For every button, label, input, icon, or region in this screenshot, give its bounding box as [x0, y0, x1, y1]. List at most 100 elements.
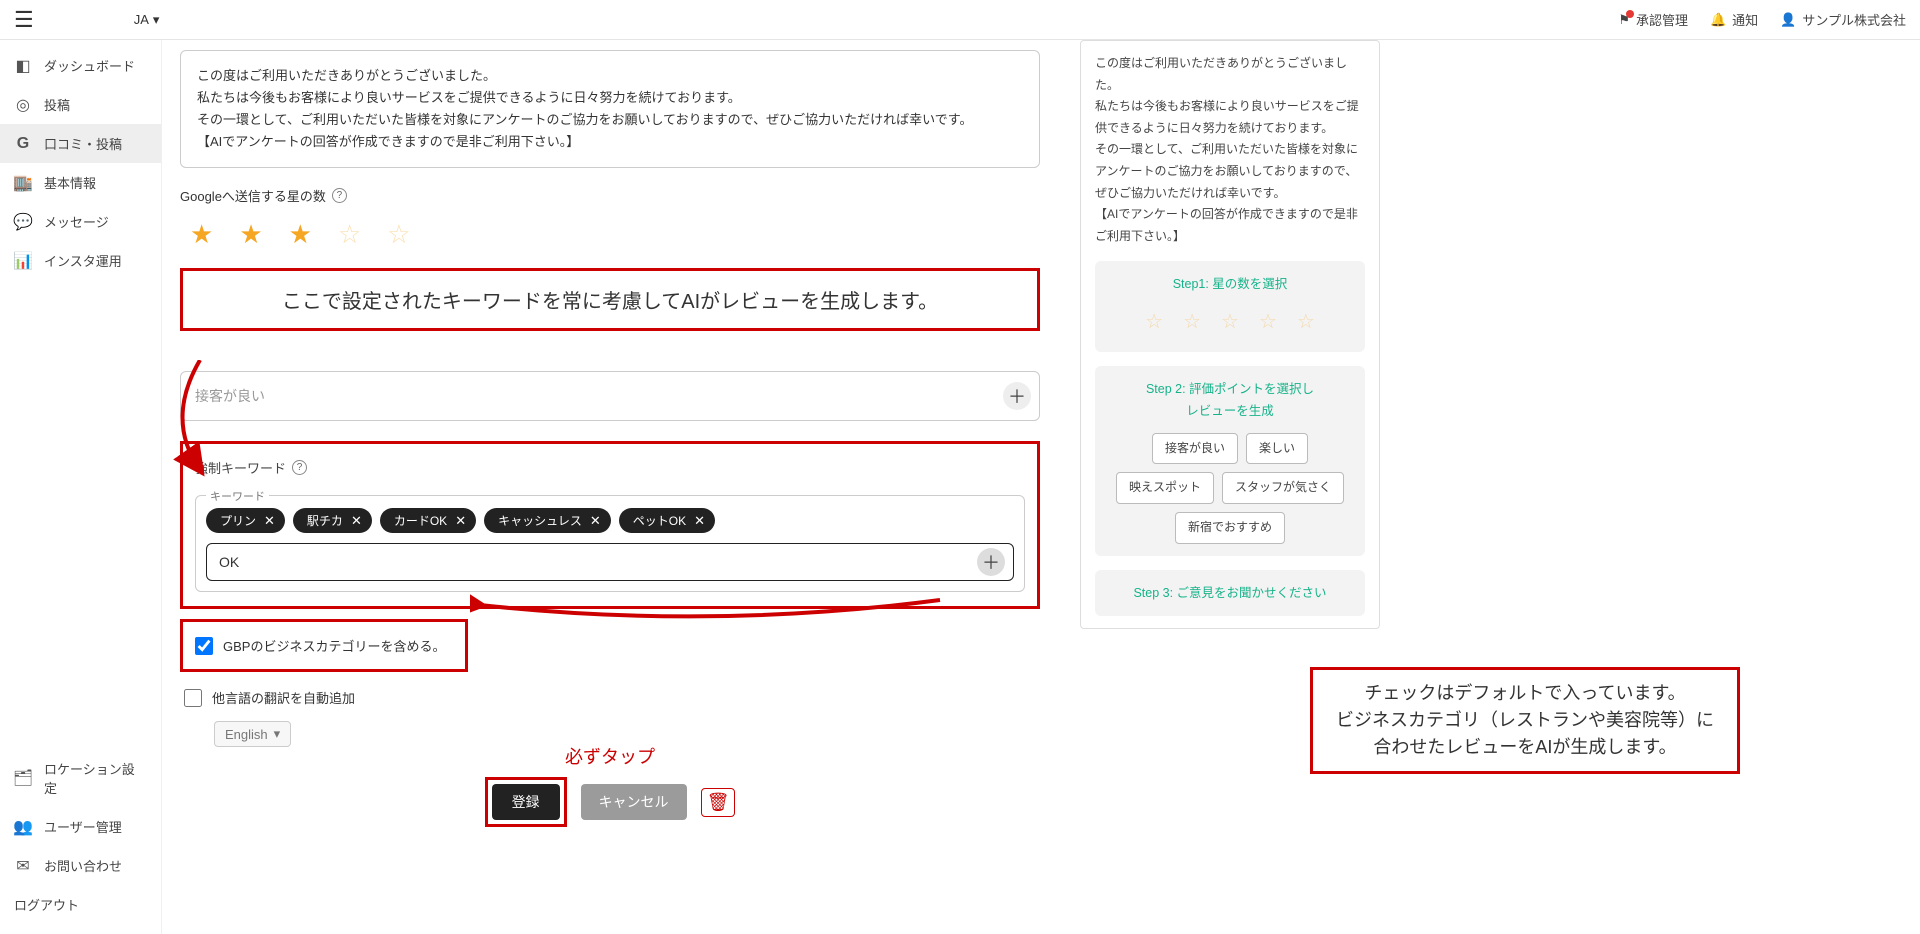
help-icon[interactable]: ? — [332, 188, 347, 203]
include-gbp-checkbox[interactable] — [195, 637, 213, 655]
annotation-arrow-icon — [470, 590, 950, 630]
user-icon: 👤 — [1780, 12, 1796, 28]
chip-label: カードOK — [394, 512, 447, 529]
google-icon: G — [14, 135, 32, 153]
sidebar-label: 基本情報 — [44, 173, 96, 192]
greeting-textarea[interactable]: この度はご利用いただきありがとうございました。 私たちは今後もお客様により良いサ… — [180, 50, 1040, 168]
preview-step1: Step1: 星の数を選択 ☆☆☆☆☆ — [1095, 261, 1365, 352]
company-label: サンプル株式会社 — [1802, 10, 1906, 29]
chip-label: 駅チカ — [307, 512, 343, 529]
sidebar-item-post[interactable]: ◎投稿 — [0, 85, 161, 124]
add-forced-keyword-button[interactable]: ＋ — [977, 548, 1005, 576]
forced-keyword-input[interactable]: OK ＋ — [206, 543, 1014, 581]
instagram-icon: ◎ — [14, 96, 32, 114]
star-icon[interactable]: ☆ — [1259, 304, 1277, 340]
approval-label: 承認管理 — [1636, 10, 1688, 29]
preview-tag[interactable]: 楽しい — [1246, 433, 1308, 465]
graph-icon: 📊 — [14, 252, 32, 270]
stars-label: Googleへ送信する星の数 ? — [180, 186, 1040, 205]
keyword-chip[interactable]: ペットOK ✕ — [619, 508, 715, 533]
sidebar-label: 口コミ・投稿 — [44, 134, 122, 153]
include-gbp-label: GBPのビジネスカテゴリーを含める。 — [223, 636, 445, 655]
remove-chip-icon[interactable]: ✕ — [694, 513, 705, 529]
sidebar-item-dashboard[interactable]: ◧ ダッシュボード — [0, 46, 161, 85]
chevron-down-icon: ▾ — [153, 12, 160, 28]
keyword-chip[interactable]: カードOK ✕ — [380, 508, 476, 533]
cancel-button[interactable]: キャンセル — [581, 784, 687, 820]
preview-stars[interactable]: ☆ ☆ ☆ ☆ ☆ — [1105, 304, 1355, 340]
star-4-icon[interactable]: ☆ — [338, 219, 361, 250]
preview-tag[interactable]: 接客が良い — [1152, 433, 1238, 465]
star-3-icon[interactable]: ★ — [289, 219, 312, 250]
keyword-chipbox: キーワード プリン✕駅チカ✕カードOK✕キャッシュレス✕ペットOK✕ OK ＋ — [195, 495, 1025, 592]
hamburger-icon[interactable]: ☰ — [14, 7, 34, 33]
chat-icon: 💬 — [14, 213, 32, 231]
remove-chip-icon[interactable]: ✕ — [264, 513, 275, 529]
company-link[interactable]: 👤 サンプル株式会社 — [1780, 10, 1906, 29]
keyword-chip[interactable]: キャッシュレス ✕ — [484, 508, 611, 533]
sidebar-label: お問い合わせ — [44, 856, 122, 875]
star-2-icon[interactable]: ★ — [239, 219, 262, 250]
sidebar-item-location[interactable]: 🗂 ロケーション設定 — [0, 749, 161, 807]
sidebar-item-logout[interactable]: ログアウト — [0, 885, 161, 924]
preview-card: この度はご利用いただきありがとうございました。 私たちは今後もお客様により良いサ… — [1080, 40, 1380, 629]
add-keyword-button[interactable]: ＋ — [1003, 382, 1031, 410]
preview-tag[interactable]: 新宿でおすすめ — [1175, 512, 1285, 544]
language-select[interactable]: English ▾ — [214, 721, 291, 747]
sidebar-label: ユーザー管理 — [44, 817, 122, 836]
star-5-icon[interactable]: ☆ — [387, 219, 410, 250]
star-rating[interactable]: ★ ★ ★ ☆ ☆ — [180, 219, 1040, 250]
top-header: ☰ JA ▾ ⚑ 承認管理 🔔 通知 👤 サンプル株式会社 — [0, 0, 1920, 40]
sidebar-item-insta[interactable]: 📊 インスタ運用 — [0, 241, 161, 280]
sidebar-item-contact[interactable]: ✉お問い合わせ — [0, 846, 161, 885]
chip-label: ペットOK — [633, 512, 686, 529]
sidebar-item-message[interactable]: 💬メッセージ — [0, 202, 161, 241]
chip-label: プリン — [220, 512, 256, 529]
chevron-down-icon: ▾ — [274, 726, 281, 742]
register-button[interactable]: 登録 — [492, 784, 560, 820]
keyword-chip[interactable]: プリン ✕ — [206, 508, 285, 533]
sidebar-label: ダッシュボード — [44, 56, 135, 75]
store-icon: 🏬 — [14, 174, 32, 192]
action-row: 必ずタップ 登録 キャンセル 🗑 — [180, 777, 1040, 827]
delete-button[interactable]: 🗑 — [701, 788, 736, 817]
legend-label: キーワード — [206, 488, 269, 504]
star-icon[interactable]: ☆ — [1297, 304, 1315, 340]
star-1-icon[interactable]: ★ — [190, 219, 213, 250]
auto-translate-checkbox[interactable] — [184, 689, 202, 707]
sidebar-label: ロケーション設定 — [44, 759, 147, 797]
approval-link[interactable]: ⚑ 承認管理 — [1618, 10, 1688, 29]
sidebar: ◧ ダッシュボード ◎投稿 G 口コミ・投稿 🏬 基本情報 💬メッセージ 📊 インスタ運… — [0, 40, 162, 934]
sidebar-item-review[interactable]: G 口コミ・投稿 — [0, 124, 161, 163]
language-select-value: English — [225, 727, 268, 742]
notification-dot-icon — [1626, 10, 1634, 18]
help-icon[interactable]: ? — [292, 460, 307, 475]
dashboard-icon: ◧ — [14, 57, 32, 75]
step2-title-b: レビューを生成 — [1105, 400, 1355, 423]
sidebar-item-basic[interactable]: 🏬 基本情報 — [0, 163, 161, 202]
keyword-chip[interactable]: 駅チカ ✕ — [293, 508, 372, 533]
step2-title-a: Step 2: 評価ポイントを選択し — [1105, 378, 1355, 401]
language-selector[interactable]: JA ▾ — [134, 12, 160, 28]
remove-chip-icon[interactable]: ✕ — [455, 513, 466, 529]
star-icon[interactable]: ☆ — [1221, 304, 1239, 340]
keyword-input[interactable]: 接客が良い ＋ — [180, 371, 1040, 421]
annotation-arrow-icon — [170, 360, 230, 480]
forced-keyword-section: 強制キーワード ? キーワード プリン✕駅チカ✕カードOK✕キャッシュレス✕ペッ… — [180, 441, 1040, 609]
preview-tag[interactable]: スタッフが気さく — [1222, 472, 1344, 504]
forced-input-value: OK — [219, 554, 239, 570]
preview-tag[interactable]: 映えスポット — [1116, 472, 1214, 504]
notify-link[interactable]: 🔔 通知 — [1710, 10, 1758, 29]
auto-translate-label: 他言語の翻訳を自動追加 — [212, 688, 355, 707]
chip-label: キャッシュレス — [498, 512, 582, 529]
sidebar-label: ログアウト — [14, 895, 79, 914]
star-icon[interactable]: ☆ — [1183, 304, 1201, 340]
sidebar-item-user[interactable]: 👥ユーザー管理 — [0, 807, 161, 846]
remove-chip-icon[interactable]: ✕ — [351, 513, 362, 529]
remove-chip-icon[interactable]: ✕ — [590, 513, 601, 529]
annotation-default-check-callout: チェックはデフォルトで入っています。 ビジネスカテゴリ（レストランや美容院等）に… — [1310, 667, 1740, 774]
location-icon: 🗂 — [14, 769, 32, 787]
star-icon[interactable]: ☆ — [1145, 304, 1163, 340]
sidebar-label: インスタ運用 — [44, 251, 122, 270]
preview-step2: Step 2: 評価ポイントを選択し レビューを生成 接客が良い楽しい映えスポッ… — [1095, 366, 1365, 556]
